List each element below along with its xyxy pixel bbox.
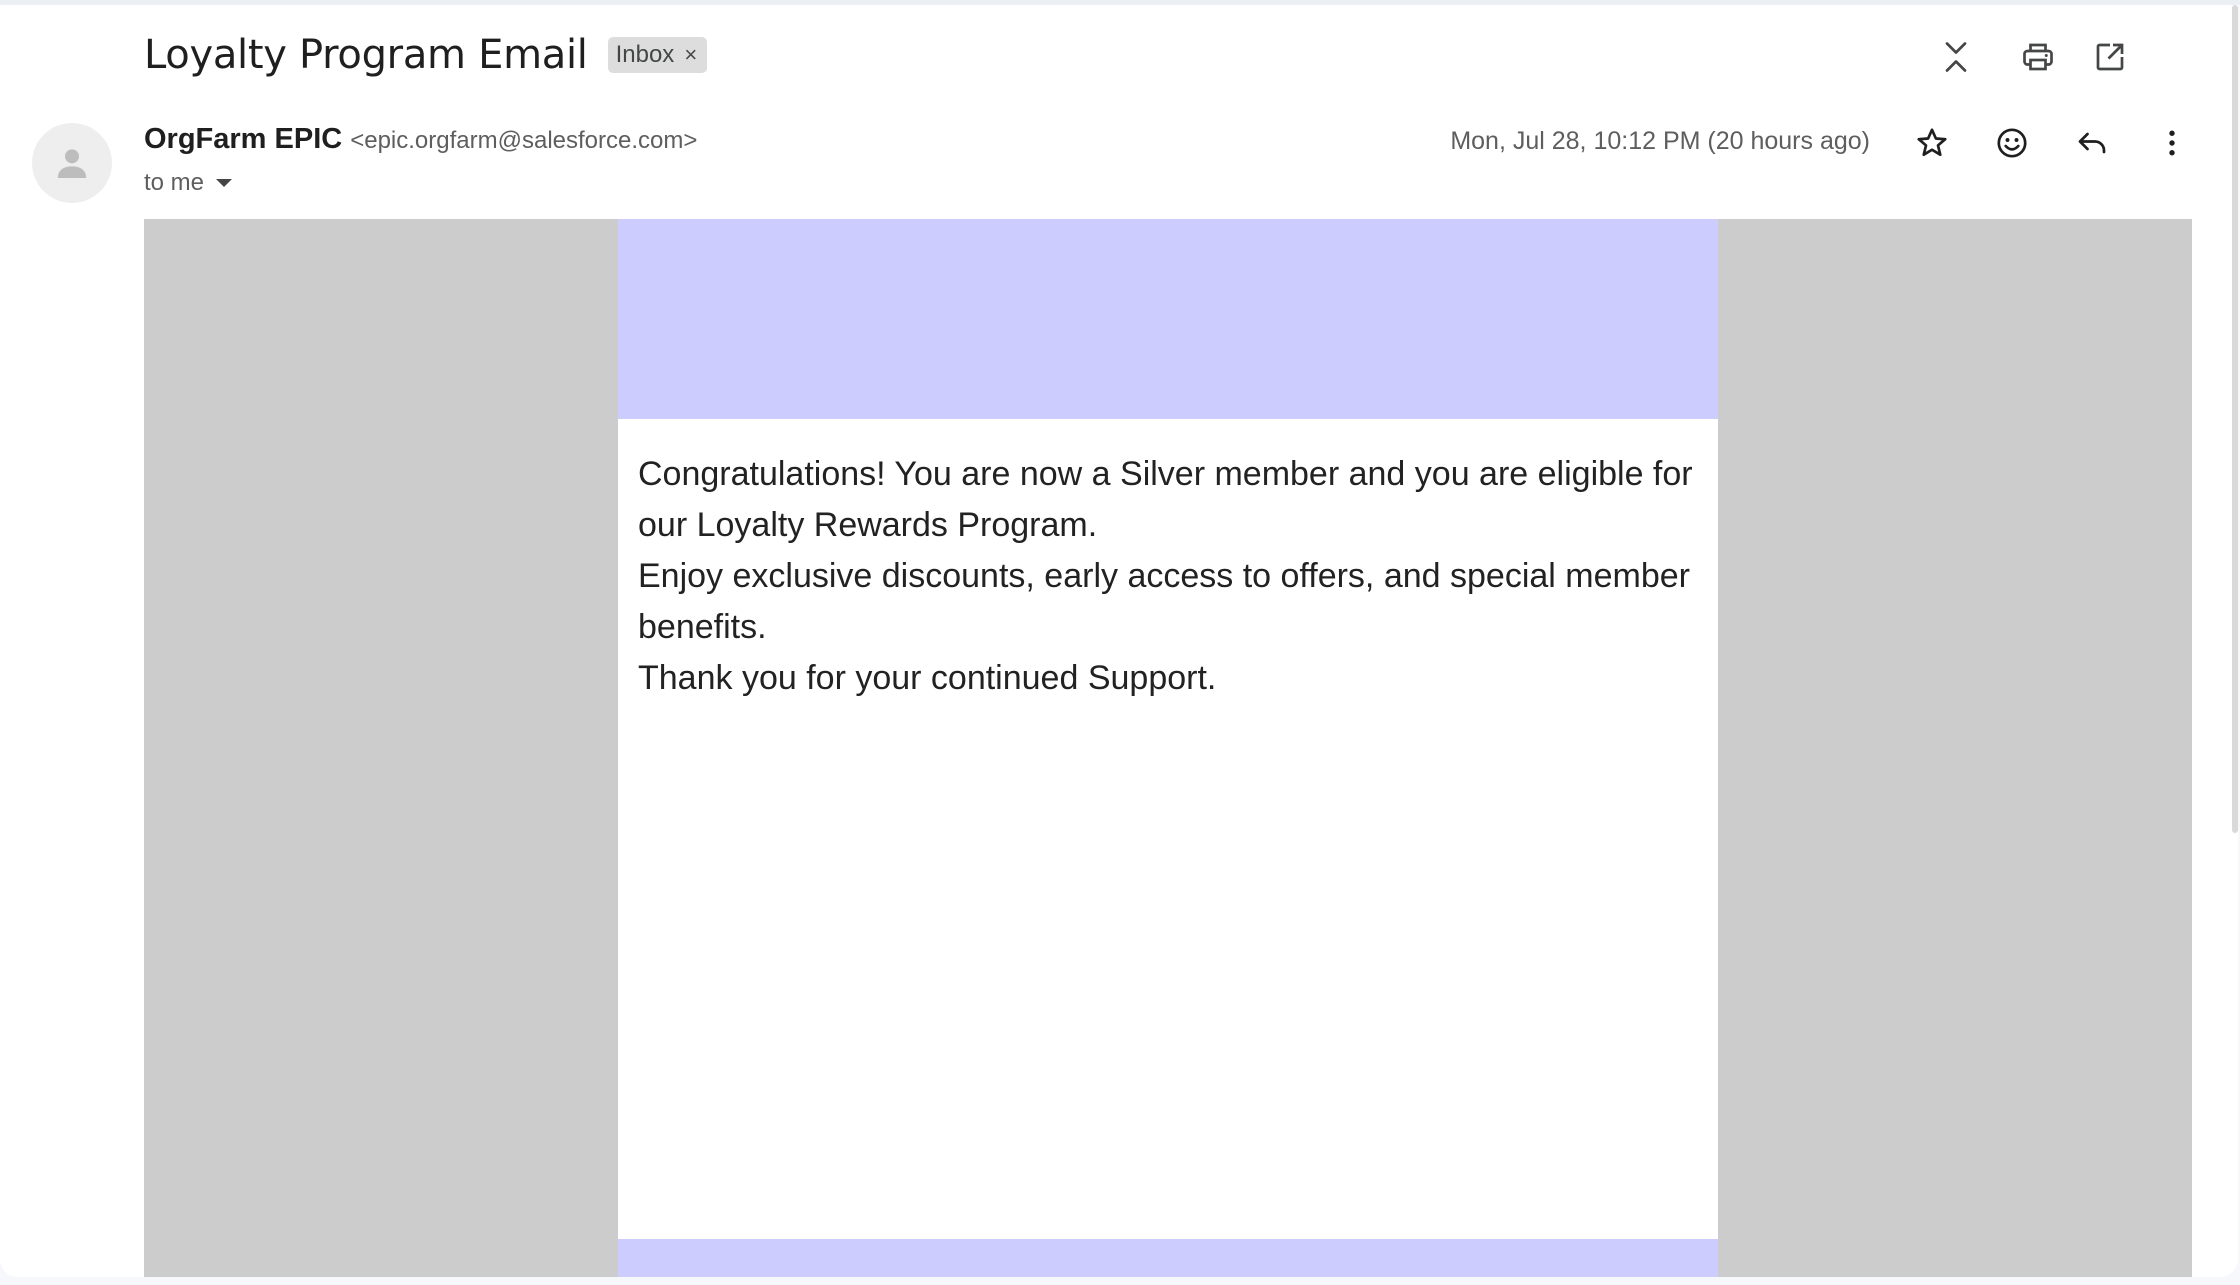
recipient-text: to me (144, 169, 205, 196)
collapse-all-icon (1945, 42, 1967, 72)
label-text: Inbox (615, 41, 675, 68)
more-vertical-icon (2169, 130, 2175, 156)
body-paragraph: Thank you for your continued Support. (638, 659, 1217, 697)
person-avatar-icon (57, 149, 87, 178)
message-body-text: Congratulations! You are now a Silver me… (638, 449, 1700, 704)
reply-button[interactable] (2064, 115, 2120, 171)
open-in-new-window-icon (2096, 43, 2124, 71)
body-paragraph: Enjoy exclusive discounts, early access … (638, 557, 1690, 646)
reply-icon (2078, 132, 2106, 154)
email-html-body: Congratulations! You are now a Silver me… (144, 219, 2192, 1277)
sender-email: <epic.orgfarm@salesforce.com> (350, 127, 698, 154)
subject-row: Loyalty Program Email Inbox × (144, 27, 708, 83)
inbox-label-chip[interactable]: Inbox × (607, 37, 708, 73)
open-in-new-window-button[interactable] (2082, 29, 2138, 85)
email-subject: Loyalty Program Email (144, 32, 588, 78)
header-banner (618, 219, 1718, 419)
body-paragraph: Congratulations! You are now a Silver me… (638, 455, 1693, 544)
add-reaction-button[interactable] (1984, 115, 2040, 171)
email-content-column: Congratulations! You are now a Silver me… (618, 219, 1718, 1277)
collapse-all-button[interactable] (1928, 29, 1984, 85)
emoji-reaction-icon (1997, 128, 2027, 158)
print-icon (2023, 43, 2053, 71)
star-icon (1917, 128, 1947, 157)
chevron-down-icon (216, 179, 233, 187)
sender-name[interactable]: OrgFarm EPIC (144, 123, 342, 156)
message-date: Mon, Jul 28, 10:12 PM (20 hours ago) (1450, 127, 1870, 155)
scrollbar-thumb[interactable] (2232, 5, 2238, 833)
message-actions (1904, 115, 2224, 171)
remove-label-button[interactable]: × (684, 42, 697, 68)
email-view: Loyalty Program Email Inbox × OrgFarm EP… (0, 5, 2238, 1277)
sender-line: OrgFarm EPIC <epic.orgfarm@salesforce.co… (144, 123, 697, 163)
sender-avatar[interactable] (32, 123, 112, 203)
recipient-details-toggle[interactable]: to me (144, 167, 233, 199)
star-button[interactable] (1904, 115, 1960, 171)
more-options-button[interactable] (2144, 115, 2200, 171)
thread-actions (1938, 29, 2238, 85)
footer-banner (618, 1239, 1718, 1277)
print-all-button[interactable] (2010, 29, 2066, 85)
